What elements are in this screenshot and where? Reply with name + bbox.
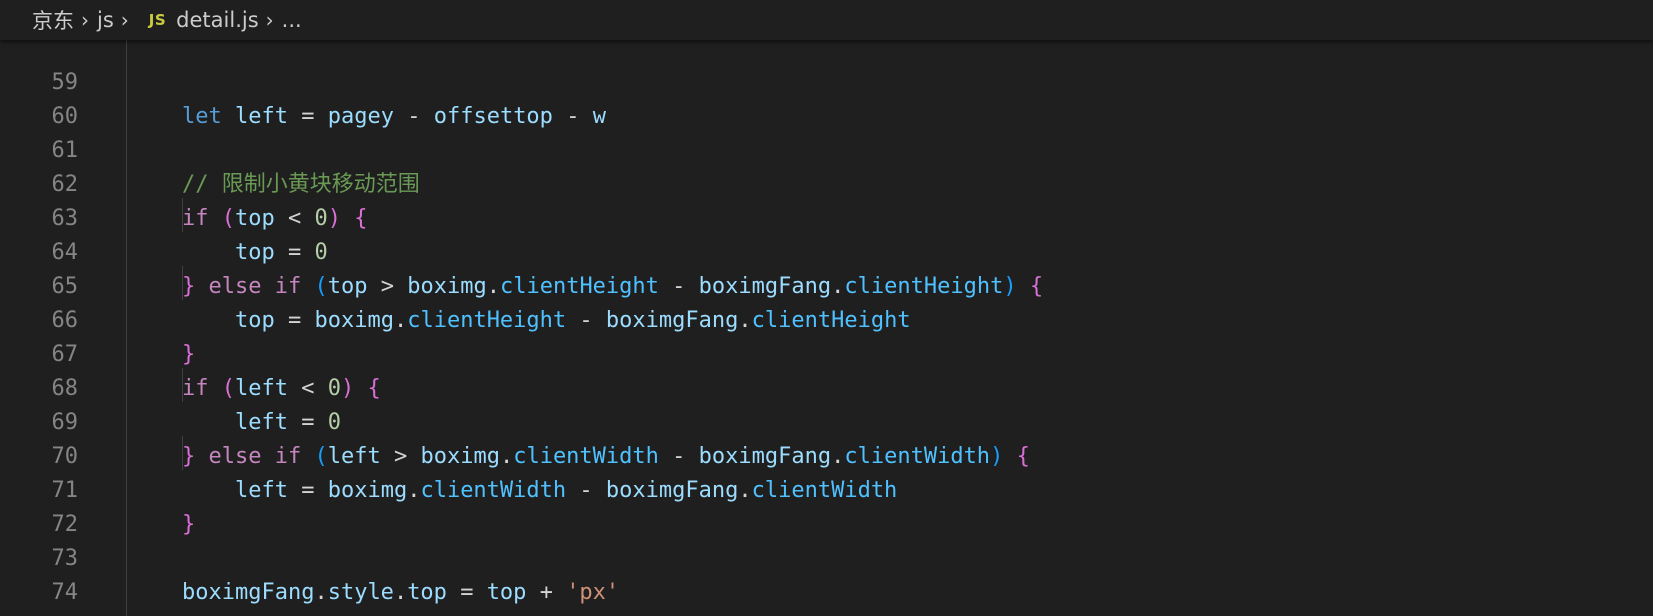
- code-line[interactable]: 68 left = 0: [0, 338, 1653, 435]
- code-editor[interactable]: 59 let left = pagey - offsettop - w 60 6…: [0, 40, 1653, 616]
- breadcrumb: 京东 › js › JS detail.js › ...: [0, 0, 1653, 40]
- code-line[interactable]: 64 } else if (top > boximg.clientHeight …: [0, 202, 1653, 299]
- code-line[interactable]: 72: [0, 474, 1653, 537]
- code-line[interactable]: 67 if (left < 0) {: [0, 304, 1653, 401]
- code-line[interactable]: 69 } else if (left > boximg.clientWidth …: [0, 372, 1653, 469]
- code-line[interactable]: 73 boximgFang.style.top = top + 'px': [0, 508, 1653, 605]
- code-line[interactable]: 75: [0, 576, 1653, 616]
- chevron-right-icon: ›: [81, 8, 89, 32]
- code-line[interactable]: 59 let left = pagey - offsettop - w: [0, 40, 1653, 129]
- code-line[interactable]: 65 top = boximg.clientHeight - boximgFan…: [0, 236, 1653, 333]
- javascript-file-icon: JS: [148, 11, 167, 29]
- breadcrumb-item-symbols[interactable]: ...: [282, 8, 302, 32]
- code-line[interactable]: 61 // 限制小黄块移动范围: [0, 100, 1653, 197]
- code-line[interactable]: 71 }: [0, 440, 1653, 537]
- code-line[interactable]: 63 top = 0: [0, 168, 1653, 265]
- breadcrumb-item-folder-jingdong[interactable]: 京东: [32, 5, 74, 35]
- breadcrumb-item-file[interactable]: detail.js: [176, 8, 258, 32]
- breadcrumb-item-folder-js[interactable]: js: [97, 8, 114, 32]
- code-line[interactable]: 66 }: [0, 270, 1653, 367]
- code-text: boximgFang.style.left = left + 'px': [182, 610, 646, 616]
- line-number: 75: [0, 610, 79, 616]
- chevron-right-icon: ›: [265, 8, 274, 32]
- code-line[interactable]: 60: [0, 66, 1653, 129]
- code-line[interactable]: 74 boximgFang.style.left = left + 'px': [0, 542, 1653, 616]
- chevron-right-icon: ›: [120, 8, 129, 32]
- code-line[interactable]: 70 left = boximg.clientWidth - boximgFan…: [0, 406, 1653, 503]
- code-line[interactable]: 62 if (top < 0) {: [0, 134, 1653, 231]
